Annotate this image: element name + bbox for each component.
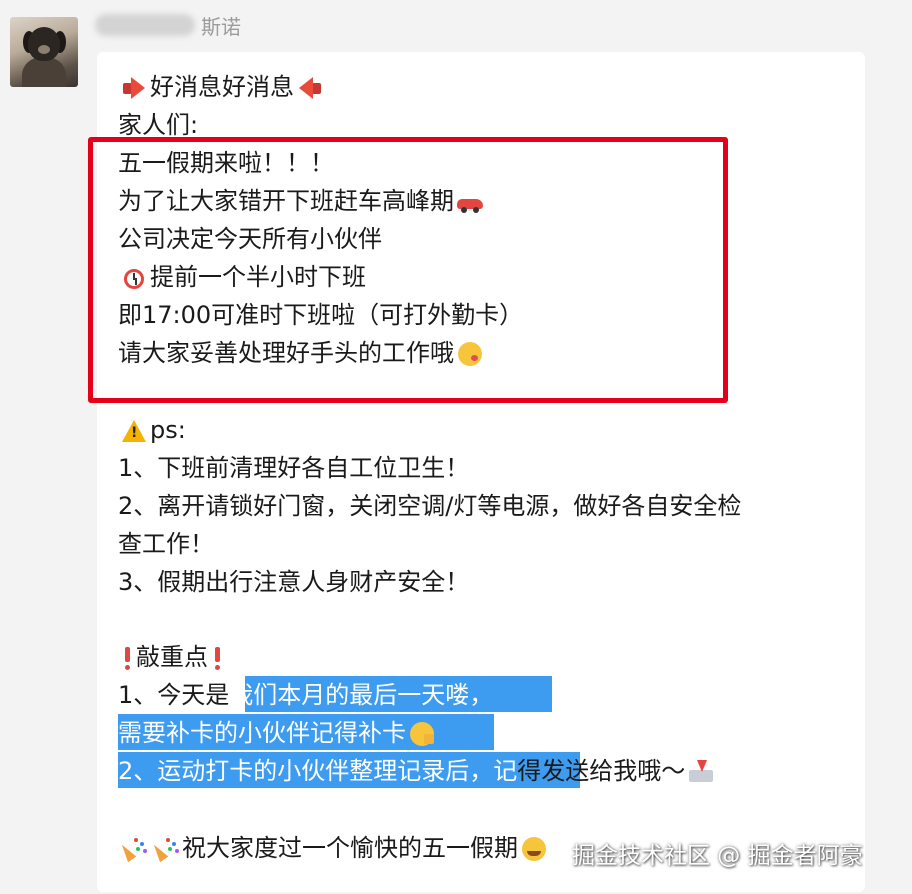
party-popper-icon: [152, 835, 180, 863]
avatar-dog-snout: [38, 45, 50, 54]
message-line: 敲重点: [118, 638, 226, 676]
message-line: ps:: [118, 411, 186, 449]
exclamation-icon: [120, 644, 134, 672]
megaphone-icon: [296, 74, 324, 102]
sender-name[interactable]: 斯诺: [95, 10, 241, 40]
watermark: 掘金技术社区 @ 掘金者阿豪: [572, 843, 863, 869]
message-text: 得发送给我哦～: [517, 757, 686, 785]
message-line: 查工作！: [118, 530, 214, 558]
message-line: 1、下班前清理好各自工位卫生！: [118, 454, 470, 482]
announcement-title: 好消息好消息: [150, 73, 294, 101]
grin-face-icon: [520, 835, 548, 863]
selected-text: 2、运动打卡的小伙伴整理记录后，记: [118, 757, 518, 785]
message-text: 祝大家度过一个愉快的五一假期: [182, 834, 518, 862]
sender-avatar[interactable]: [10, 17, 78, 87]
message-text: 1、今天是: [118, 681, 230, 709]
message-line: 祝大家度过一个愉快的五一假期: [118, 829, 550, 867]
blurred-name-part: [95, 14, 195, 36]
warning-icon: [120, 417, 148, 445]
selected-text: 我们本月的最后一天喽，: [229, 681, 494, 709]
message-line: 1、今天是我们本月的最后一天喽，: [118, 676, 493, 714]
avatar-dog-body: [22, 57, 66, 87]
sender-name-text: 斯诺: [201, 14, 241, 39]
exclamation-icon: [210, 644, 224, 672]
avatar-dog-head: [28, 27, 60, 61]
message-line: 好消息好消息: [118, 68, 326, 106]
message-line: 2、离开请锁好门窗，关闭空调/灯等电源，做好各自安全检: [118, 492, 742, 520]
message-line: 2、运动打卡的小伙伴整理记录后，记得发送给我哦～: [118, 752, 717, 790]
megaphone-icon: [120, 74, 148, 102]
salute-face-icon: [408, 720, 436, 748]
message-line: 需要补卡的小伙伴记得补卡: [118, 714, 438, 752]
message-line: 3、假期出行注意人身财产安全！: [118, 568, 470, 596]
inbox-icon: [687, 758, 715, 786]
party-popper-icon: [120, 835, 148, 863]
ps-label: ps:: [150, 416, 186, 444]
key-points-heading: 敲重点: [136, 643, 208, 671]
selected-text: 需要补卡的小伙伴记得补卡: [118, 719, 406, 747]
red-highlight-frame: [88, 137, 728, 403]
